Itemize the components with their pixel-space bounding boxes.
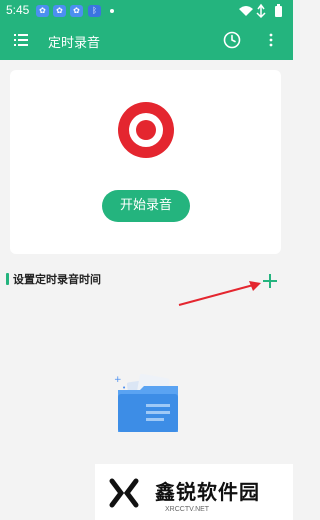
app-notification-icon: ✿	[53, 5, 66, 17]
app-notification-icon: ✿	[70, 5, 83, 17]
section-accent-bar	[6, 273, 9, 285]
system-icons	[239, 3, 282, 19]
battery-icon	[275, 6, 282, 17]
app-notification-icon: ✿	[36, 5, 49, 17]
watermark-domain: XRCCTV.NET	[165, 506, 210, 513]
annotation-arrow	[178, 281, 261, 306]
empty-folder-icon: + •	[114, 373, 178, 432]
status-time: 5:45	[6, 3, 30, 17]
brand-logo-icon	[109, 478, 139, 508]
record-icon	[118, 102, 174, 158]
notification-dot-icon	[110, 9, 114, 13]
bluetooth-icon: ᛒ	[88, 5, 101, 17]
faded-empty-text	[95, 464, 293, 474]
watermark: 鑫锐软件园 XRCCTV.NET	[95, 464, 293, 520]
more-vert-icon[interactable]	[266, 33, 276, 47]
start-recording-button[interactable]: 开始录音	[102, 190, 190, 222]
status-bar: 5:45 ✿ ✿ ✿ ᛒ	[0, 0, 293, 22]
data-icon	[256, 3, 266, 19]
page-title: 定时录音	[48, 35, 101, 50]
svg-text:+: +	[114, 375, 122, 385]
clock-icon[interactable]	[223, 31, 241, 49]
recorder-card: 开始录音	[10, 70, 281, 254]
schedule-section-title: 设置定时录音时间	[13, 273, 101, 286]
add-schedule-button[interactable]	[262, 273, 278, 289]
watermark-brand: 鑫锐软件园	[155, 480, 260, 504]
app-bar: 定时录音	[0, 22, 293, 60]
list-icon[interactable]	[14, 33, 28, 47]
wifi-icon	[239, 6, 253, 16]
